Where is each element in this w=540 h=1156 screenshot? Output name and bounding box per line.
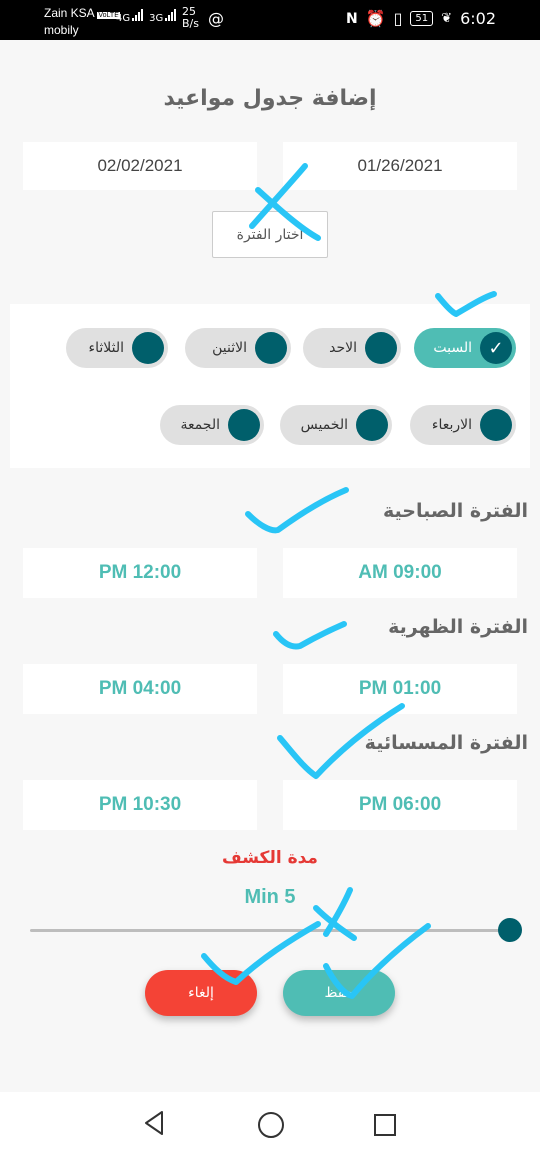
signal-indicators: 4G 3G xyxy=(116,9,177,24)
days-panel: ✓ السبت الاحد الاثنين الثلاثاء الاربعاء … xyxy=(10,304,530,468)
signal-1-label: 4G xyxy=(116,13,131,24)
day-label: الاحد xyxy=(329,340,357,356)
status-right: N ⏰ ▯ 51 ❦ 6:02 xyxy=(346,9,496,28)
evening-to-field[interactable]: PM 10:30 xyxy=(23,780,257,830)
battery-icon: 51 xyxy=(410,11,434,26)
recent-apps-icon[interactable] xyxy=(374,1114,396,1136)
duration-title: مدة الكشف xyxy=(222,848,318,868)
day-label: السبت xyxy=(433,340,472,356)
end-date-field[interactable]: 02/02/2021 xyxy=(23,142,257,190)
day-chip-monday[interactable]: الاثنين xyxy=(185,328,291,368)
noon-to-field[interactable]: PM 04:00 xyxy=(23,664,257,714)
morning-period-title: الفترة الصباحية xyxy=(383,500,528,522)
toggle-knob-icon xyxy=(480,409,512,441)
toggle-knob-icon xyxy=(228,409,260,441)
carrier-primary: Zain KSA xyxy=(44,6,95,20)
vibrate-icon: ▯ xyxy=(393,9,403,28)
check-icon: ✓ xyxy=(480,332,512,364)
duration-slider-thumb[interactable] xyxy=(498,918,522,942)
day-chip-thursday[interactable]: الخميس xyxy=(280,405,392,445)
choose-period-button[interactable]: اختار الفترة xyxy=(212,211,328,258)
status-bar: Zain KSA VoLTE mobily 4G 3G 25 B/s @ N ⏰… xyxy=(0,0,540,40)
noon-period-title: الفترة الظهرية xyxy=(388,616,528,638)
clock-time: 6:02 xyxy=(460,9,496,28)
at-icon: @ xyxy=(208,9,224,28)
day-label: الثلاثاء xyxy=(88,340,124,356)
toggle-knob-icon xyxy=(365,332,397,364)
toggle-knob-icon xyxy=(356,409,388,441)
annotation-check-mark xyxy=(273,621,347,650)
day-chip-friday[interactable]: الجمعة xyxy=(160,405,264,445)
net-speed-unit: B/s xyxy=(182,17,199,30)
signal-2-icon: 3G xyxy=(149,9,177,24)
carrier-secondary: mobily xyxy=(44,23,79,37)
carrier-info: Zain KSA VoLTE mobily xyxy=(44,6,120,37)
leaf-icon: ❦ xyxy=(441,11,453,26)
day-label: الاربعاء xyxy=(431,417,472,433)
system-nav-bar xyxy=(0,1092,540,1156)
cancel-button[interactable]: إلغاء xyxy=(145,970,257,1016)
evening-period-title: الفترة المسسائية xyxy=(364,732,528,754)
start-date-field[interactable]: 01/26/2021 xyxy=(283,142,517,190)
signal-1-icon: 4G xyxy=(116,9,144,24)
day-label: الاثنين xyxy=(212,340,247,356)
day-chip-sunday[interactable]: الاحد xyxy=(303,328,401,368)
alarm-icon: ⏰ xyxy=(365,9,386,28)
toggle-knob-icon xyxy=(255,332,287,364)
day-chip-saturday[interactable]: ✓ السبت xyxy=(414,328,516,368)
save-button[interactable]: حفظ xyxy=(283,970,395,1016)
day-chip-wednesday[interactable]: الاربعاء xyxy=(410,405,516,445)
page-title: إضافة جدول مواعيد xyxy=(163,86,377,111)
morning-to-field[interactable]: PM 12:00 xyxy=(23,548,257,598)
duration-slider-track[interactable] xyxy=(30,929,510,932)
annotation-check-mark xyxy=(245,487,349,534)
home-icon[interactable] xyxy=(258,1112,284,1138)
back-icon[interactable] xyxy=(142,1110,166,1136)
toggle-knob-icon xyxy=(132,332,164,364)
day-label: الخميس xyxy=(300,417,348,433)
evening-from-field[interactable]: PM 06:00 xyxy=(283,780,517,830)
morning-from-field[interactable]: AM 09:00 xyxy=(283,548,517,598)
nfc-icon: N xyxy=(345,10,358,27)
signal-2-label: 3G xyxy=(149,13,164,24)
duration-value: Min 5 xyxy=(244,886,296,908)
net-speed: 25 B/s xyxy=(182,6,199,30)
day-label: الجمعة xyxy=(180,417,220,433)
day-chip-tuesday[interactable]: الثلاثاء xyxy=(66,328,168,368)
noon-from-field[interactable]: PM 01:00 xyxy=(283,664,517,714)
